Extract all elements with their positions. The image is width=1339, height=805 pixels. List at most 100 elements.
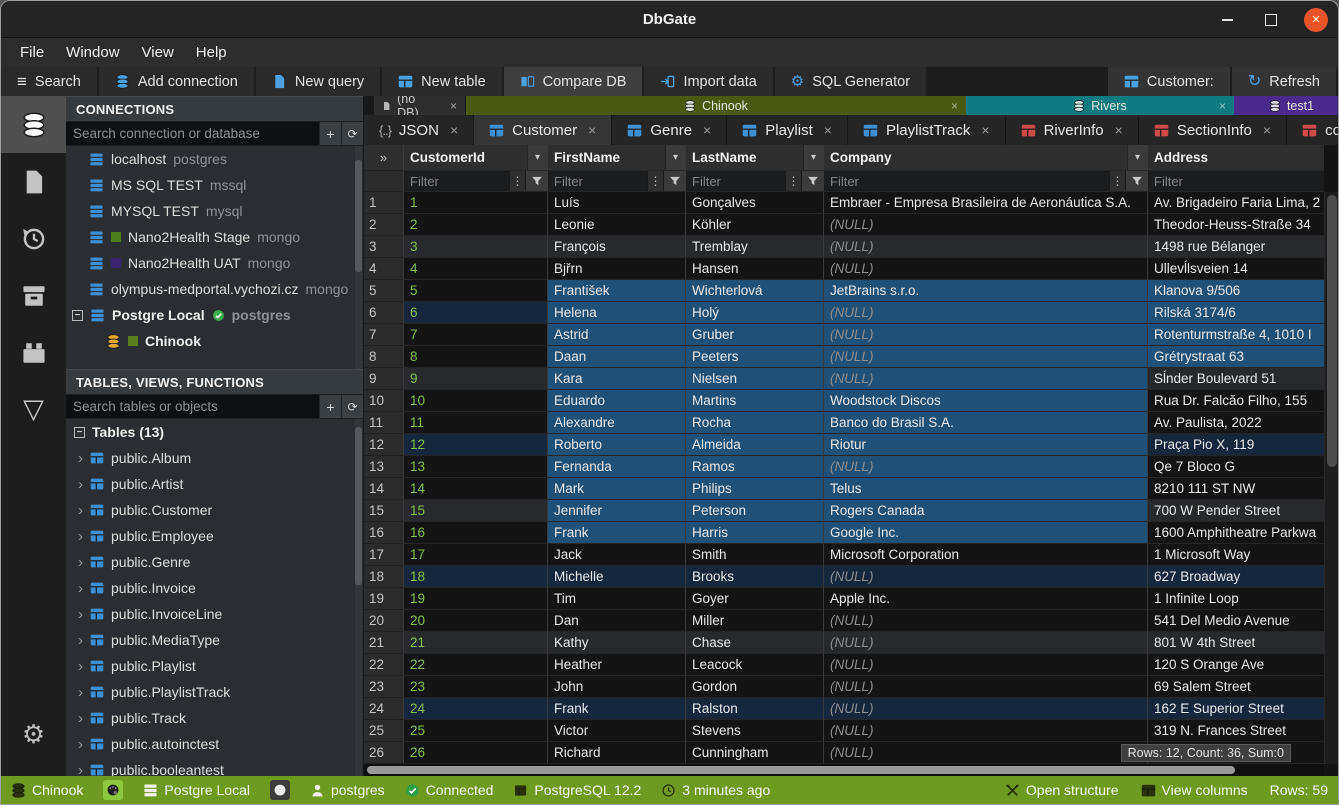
cell-customerid[interactable]: 10	[404, 390, 548, 412]
cell-company[interactable]: (NULL)	[824, 654, 1148, 676]
row-number-cell[interactable]: 13	[364, 456, 404, 478]
close-tab-icon[interactable]: ×	[1263, 122, 1271, 138]
collapse-icon[interactable]: −	[74, 427, 85, 438]
cell-firstname[interactable]: John	[548, 676, 686, 698]
status-item-palette[interactable]	[103, 780, 123, 800]
cell-address[interactable]: 1600 Amphitheatre Parkwa	[1148, 522, 1324, 544]
row-number-cell[interactable]: 17	[364, 544, 404, 566]
row-number-cell[interactable]: 10	[364, 390, 404, 412]
cell-customerid[interactable]: 2	[404, 214, 548, 236]
rail-item-query-designer[interactable]: ▽	[1, 381, 66, 438]
cell-firstname[interactable]: François	[548, 236, 686, 258]
cell-lastname[interactable]: Ralston	[686, 698, 824, 720]
cell-customerid[interactable]: 20	[404, 610, 548, 632]
cell-lastname[interactable]: Goyer	[686, 588, 824, 610]
filter-menu-icon[interactable]: ⋮	[785, 171, 801, 191]
cell-address[interactable]: 1 Infinite Loop	[1148, 588, 1324, 610]
table-item-public-invoice[interactable]: ›public.Invoice	[66, 575, 363, 601]
close-tab-icon[interactable]: ×	[1115, 122, 1123, 138]
cell-address[interactable]: 319 N. Frances Street	[1148, 720, 1324, 742]
db-tab-no-db[interactable]: (no DB)×	[374, 96, 466, 115]
cell-address[interactable]: Rua Dr. Falcăo Filho, 155	[1148, 390, 1324, 412]
filter-input[interactable]: Filter	[686, 174, 785, 189]
minimize-button[interactable]	[1216, 9, 1238, 31]
horizontal-scrollbar[interactable]	[364, 764, 1324, 776]
cell-lastname[interactable]: Köhler	[686, 214, 824, 236]
close-tab-icon[interactable]: ×	[703, 122, 711, 138]
cell-lastname[interactable]: Almeida	[686, 434, 824, 456]
menu-item-view[interactable]: View	[131, 38, 185, 67]
row-number-cell[interactable]: 14	[364, 478, 404, 500]
cell-company[interactable]: (NULL)	[824, 698, 1148, 720]
cell-lastname[interactable]: Miller	[686, 610, 824, 632]
cell-lastname[interactable]: Wichterlová	[686, 280, 824, 302]
cell-customerid[interactable]: 9	[404, 368, 548, 390]
cell-company[interactable]: (NULL)	[824, 742, 1148, 764]
connection-item-nano2health-uat[interactable]: Nano2Health UATmongo	[66, 250, 363, 276]
filter-cell-company[interactable]: Filter⋮	[824, 171, 1148, 192]
tables-search-input[interactable]: Search tables or objects	[66, 395, 319, 418]
table-item-public-booleantest[interactable]: ›public.booleantest	[66, 757, 363, 776]
cell-company[interactable]: (NULL)	[824, 632, 1148, 654]
cell-lastname[interactable]: Gonçalves	[686, 192, 824, 214]
column-header-address[interactable]: Address	[1148, 145, 1324, 171]
filter-menu-icon[interactable]: ⋮	[647, 171, 663, 191]
row-number-cell[interactable]: 22	[364, 654, 404, 676]
connection-item-nano2health-stage[interactable]: Nano2Health Stagemongo	[66, 224, 363, 250]
connections-scrollbar[interactable]	[355, 146, 362, 369]
cell-firstname[interactable]: Leonie	[548, 214, 686, 236]
cell-firstname[interactable]: Kathy	[548, 632, 686, 654]
cell-lastname[interactable]: Rocha	[686, 412, 824, 434]
filter-funnel-icon[interactable]	[525, 171, 547, 191]
close-tab-icon[interactable]: ×	[981, 122, 989, 138]
cell-company[interactable]: (NULL)	[824, 324, 1148, 346]
cell-lastname[interactable]: Holý	[686, 302, 824, 324]
status-item-view-columns[interactable]: View columns	[1141, 782, 1248, 798]
column-header-company[interactable]: Company▾	[824, 145, 1148, 171]
table-item-public-autoinctest[interactable]: ›public.autoinctest	[66, 731, 363, 757]
cell-customerid[interactable]: 13	[404, 456, 548, 478]
cell-firstname[interactable]: Roberto	[548, 434, 686, 456]
column-dropdown-icon[interactable]: ▾	[527, 145, 547, 170]
cell-company[interactable]: (NULL)	[824, 368, 1148, 390]
db-tab-chinook[interactable]: Chinook×	[466, 96, 966, 115]
cell-lastname[interactable]: Hansen	[686, 258, 824, 280]
cell-customerid[interactable]: 4	[404, 258, 548, 280]
cell-company[interactable]: Apple Inc.	[824, 588, 1148, 610]
toolbar-button-new-query[interactable]: New query	[256, 67, 380, 96]
close-tab-icon[interactable]: ×	[951, 99, 958, 113]
cell-customerid[interactable]: 19	[404, 588, 548, 610]
connections-search-input[interactable]: Search connection or database	[66, 122, 319, 145]
tab-sectioninfo[interactable]: SectionInfo×	[1139, 115, 1287, 145]
close-tab-icon[interactable]: ×	[450, 99, 457, 113]
connection-item-localhost[interactable]: localhostpostgres	[66, 146, 363, 172]
tab-json[interactable]: {..}JSON×	[364, 115, 474, 145]
cell-lastname[interactable]: Smith	[686, 544, 824, 566]
cell-address[interactable]: Rotenturmstraße 4, 1010 I	[1148, 324, 1324, 346]
cell-address[interactable]: Qe 7 Bloco G	[1148, 456, 1324, 478]
vertical-scrollbar[interactable]	[1324, 192, 1338, 764]
cell-address[interactable]: Klanova 9/506	[1148, 280, 1324, 302]
cell-lastname[interactable]: Stevens	[686, 720, 824, 742]
cell-customerid[interactable]: 16	[404, 522, 548, 544]
close-tab-icon[interactable]: ×	[1219, 99, 1226, 113]
close-button[interactable]: ×	[1304, 8, 1328, 32]
row-number-cell[interactable]: 7	[364, 324, 404, 346]
cell-customerid[interactable]: 12	[404, 434, 548, 456]
connection-item-postgre-local[interactable]: −Postgre Localpostgres	[66, 302, 363, 328]
rail-item-files[interactable]	[1, 153, 66, 210]
filter-cell-lastname[interactable]: Filter⋮	[686, 171, 824, 192]
toolbar-button-sql-generator[interactable]: ⚙SQL Generator	[775, 67, 926, 96]
add-connection-icon-button[interactable]: +	[319, 122, 341, 145]
status-item-palette[interactable]	[270, 780, 290, 800]
theme-palette-button[interactable]	[270, 780, 290, 800]
menu-item-file[interactable]: File	[9, 38, 55, 67]
row-number-cell[interactable]: 9	[364, 368, 404, 390]
cell-customerid[interactable]: 15	[404, 500, 548, 522]
cell-firstname[interactable]: Heather	[548, 654, 686, 676]
cell-customerid[interactable]: 11	[404, 412, 548, 434]
cell-firstname[interactable]: Alexandre	[548, 412, 686, 434]
cell-customerid[interactable]: 24	[404, 698, 548, 720]
cell-customerid[interactable]: 3	[404, 236, 548, 258]
filter-menu-icon[interactable]: ⋮	[509, 171, 525, 191]
